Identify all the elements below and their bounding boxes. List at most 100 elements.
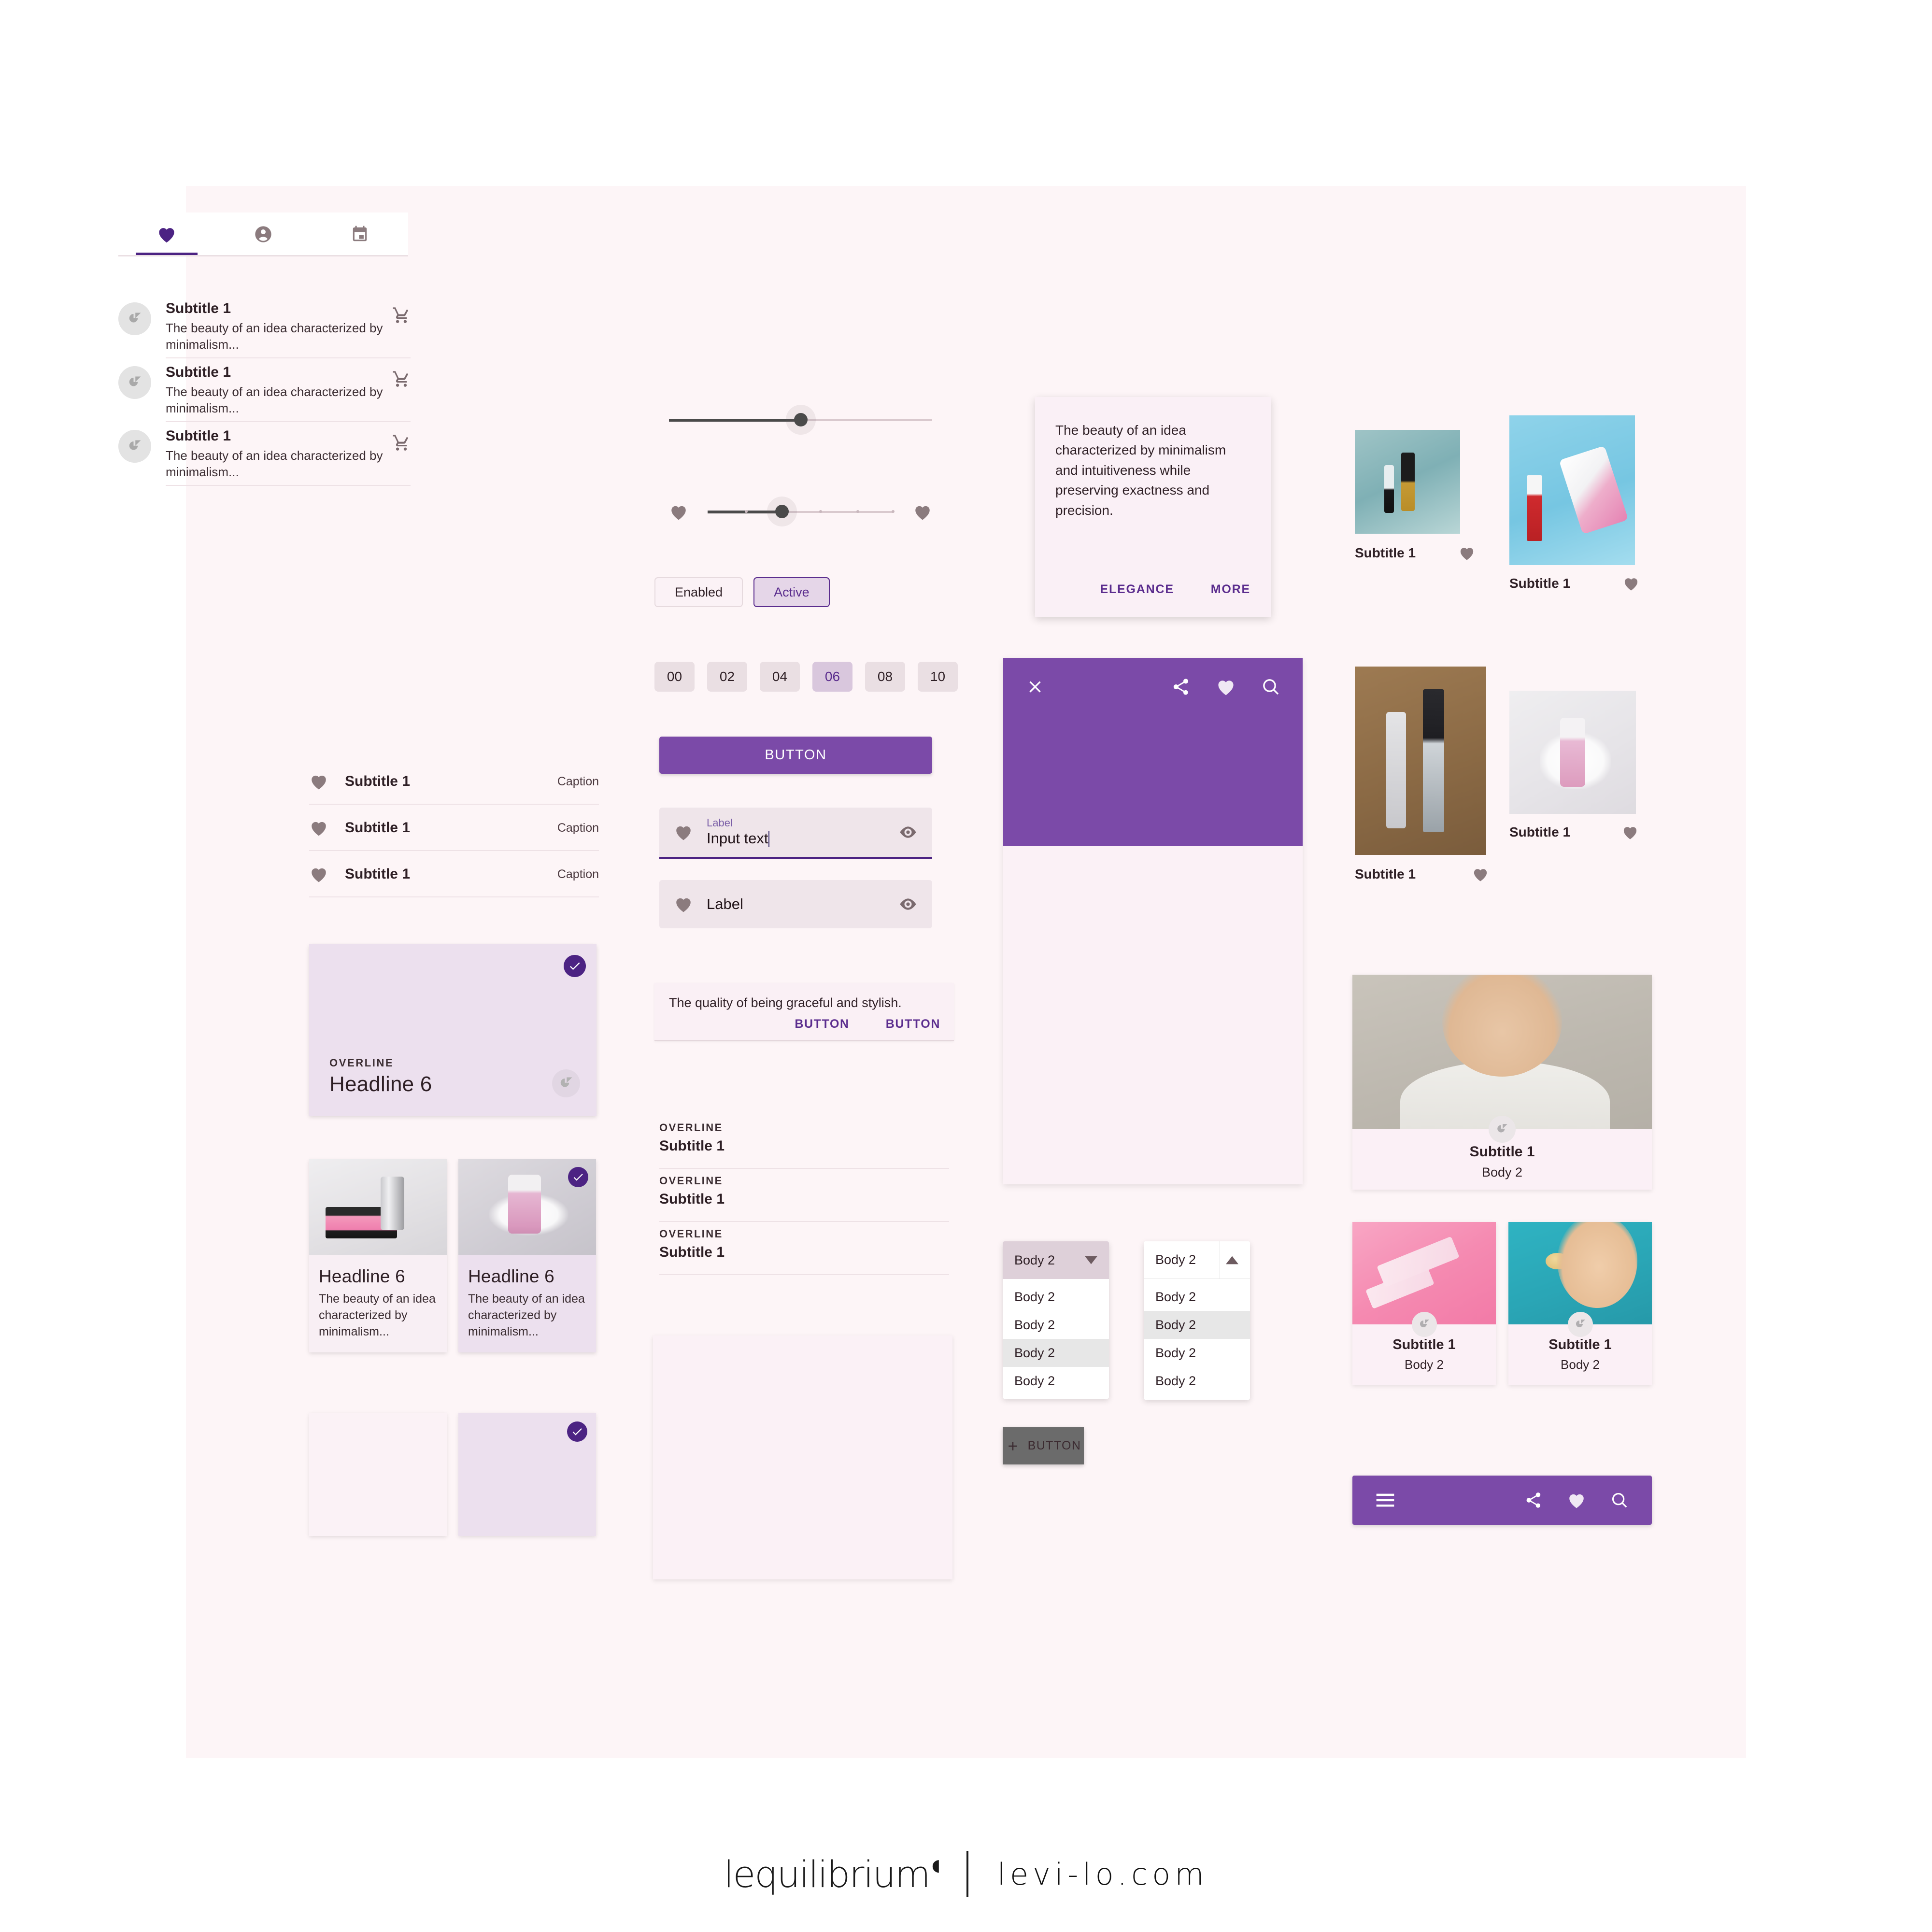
dropdown-option[interactable]: Body 2 <box>1144 1367 1250 1395</box>
heart-icon[interactable] <box>1622 576 1640 591</box>
model-shoulder-portrait-photo <box>1352 975 1652 1129</box>
list-item[interactable]: Subtitle 1 Caption <box>309 805 599 851</box>
dropdown-option[interactable]: Body 2 <box>1003 1367 1109 1395</box>
eye-icon[interactable] <box>898 897 918 911</box>
extended-fab-button[interactable]: BUTTON <box>1003 1427 1084 1464</box>
close-icon[interactable] <box>1025 677 1045 696</box>
list-item[interactable]: Subtitle 1 Caption <box>309 758 599 805</box>
card-title: Subtitle 1 <box>1469 1144 1535 1160</box>
text-field-value[interactable]: Input text <box>707 830 769 848</box>
product-tile[interactable]: Subtitle 1 <box>1355 667 1489 882</box>
dropdown-outlined[interactable]: Body 2 Body 2 Body 2 Body 2 Body 2 <box>1144 1241 1250 1400</box>
dialog-button-elegance[interactable]: ELEGANCE <box>1100 582 1174 597</box>
image-card[interactable]: Headline 6 The beauty of an idea charact… <box>458 1159 596 1352</box>
product-card[interactable]: Subtitle 1 Body 2 <box>1352 1222 1496 1385</box>
tab-account[interactable] <box>215 213 312 256</box>
dropdown-option[interactable]: Body 2 <box>1003 1311 1109 1339</box>
number-chip[interactable]: 10 <box>918 662 958 692</box>
text-field-focused[interactable]: Label Input text <box>659 808 932 859</box>
selectable-card[interactable]: OVERLINE Headline 6 <box>309 944 597 1116</box>
dropdown-option[interactable]: Body 2 <box>1144 1283 1250 1311</box>
chevron-up-icon[interactable] <box>1226 1256 1238 1264</box>
list-item[interactable]: Subtitle 1 The beauty of an idea charact… <box>118 422 411 486</box>
search-icon[interactable] <box>1261 677 1280 696</box>
product-tile[interactable]: Subtitle 1 <box>1355 430 1474 561</box>
overline-list: OVERLINE Subtitle 1 OVERLINE Subtitle 1 … <box>659 1116 949 1275</box>
number-chip[interactable]: 04 <box>760 662 800 692</box>
share-icon[interactable] <box>1171 677 1191 696</box>
list-item[interactable]: Subtitle 1 The beauty of an idea charact… <box>118 295 411 359</box>
heart-icon[interactable] <box>1472 867 1489 882</box>
slider-tick <box>819 510 822 513</box>
list-item-title: Subtitle 1 <box>659 1244 725 1260</box>
check-circle-icon[interactable] <box>564 955 586 977</box>
number-chip[interactable]: 00 <box>654 662 695 692</box>
slider-fill <box>669 419 801 422</box>
blank-card-selected[interactable] <box>458 1413 596 1536</box>
brand-logo-text: lequilibrium <box>724 1852 930 1896</box>
snackbar-button-2[interactable]: BUTTON <box>886 1017 940 1031</box>
dropdown-filled[interactable]: Body 2 Body 2 Body 2 Body 2 Body 2 <box>1003 1241 1109 1399</box>
slider-tick <box>745 510 748 513</box>
dropdown-option-highlighted[interactable]: Body 2 <box>1144 1311 1250 1339</box>
gold-serum-bottles-photo <box>1355 667 1486 855</box>
continuous-slider[interactable] <box>669 405 932 435</box>
dialog-button-more[interactable]: MORE <box>1211 582 1250 597</box>
heart-icon[interactable] <box>669 503 688 521</box>
snackbar-button-1[interactable]: BUTTON <box>795 1017 849 1031</box>
dropdown-option[interactable]: Body 2 <box>1144 1339 1250 1367</box>
list-item[interactable]: Subtitle 1 Caption <box>309 851 599 897</box>
shopping-cart-icon[interactable] <box>392 306 411 325</box>
product-tile[interactable]: Subtitle 1 <box>1509 415 1638 591</box>
blank-card[interactable] <box>309 1413 447 1536</box>
dropdown-selected-value[interactable]: Body 2 <box>1003 1241 1109 1279</box>
list-item-title: Subtitle 1 <box>166 428 231 444</box>
chip-enabled[interactable]: Enabled <box>654 577 743 607</box>
shopping-cart-icon[interactable] <box>392 434 411 452</box>
list-item[interactable]: Subtitle 1 The beauty of an idea charact… <box>118 358 411 423</box>
share-icon[interactable] <box>1524 1491 1543 1509</box>
heart-icon[interactable] <box>1621 824 1639 840</box>
heart-icon[interactable] <box>1458 545 1476 561</box>
heart-icon[interactable] <box>1216 678 1236 696</box>
slider-thumb[interactable] <box>794 413 808 426</box>
list-item[interactable]: OVERLINE Subtitle 1 <box>659 1116 949 1169</box>
hamburger-menu-icon[interactable] <box>1376 1492 1395 1508</box>
dropdown-option[interactable]: Body 2 <box>1003 1283 1109 1311</box>
list-item-title: Subtitle 1 <box>345 773 411 789</box>
dialog-text: The beauty of an idea characterized by m… <box>1055 423 1226 518</box>
product-tile[interactable]: Subtitle 1 <box>1509 691 1639 840</box>
number-chip[interactable]: 02 <box>707 662 747 692</box>
shopping-cart-icon[interactable] <box>392 370 411 388</box>
list-item[interactable]: OVERLINE Subtitle 1 <box>659 1169 949 1222</box>
discrete-slider[interactable] <box>708 497 895 526</box>
product-title: Subtitle 1 <box>1509 576 1571 591</box>
list-item-overline: OVERLINE <box>659 1122 723 1134</box>
text-field-body: Label <box>707 895 889 913</box>
check-circle-icon[interactable] <box>568 1167 588 1187</box>
check-circle-icon[interactable] <box>567 1421 587 1442</box>
heart-icon[interactable] <box>1567 1492 1586 1509</box>
feature-card[interactable]: Subtitle 1 Body 2 <box>1352 975 1652 1190</box>
heart-icon[interactable] <box>309 773 340 790</box>
heart-icon[interactable] <box>309 819 340 837</box>
image-card[interactable]: Headline 6 The beauty of an idea charact… <box>309 1159 447 1352</box>
primary-button[interactable]: BUTTON <box>659 737 932 774</box>
product-card[interactable]: Subtitle 1 Body 2 <box>1508 1222 1652 1385</box>
text-field-plain[interactable]: Label <box>659 880 932 928</box>
eye-icon[interactable] <box>898 825 918 839</box>
number-chip-selected[interactable]: 06 <box>812 662 852 692</box>
heart-icon[interactable] <box>309 866 340 883</box>
chevron-down-icon[interactable] <box>1085 1256 1097 1264</box>
slider-thumb[interactable] <box>775 505 789 518</box>
dropdown-selected-value[interactable]: Body 2 <box>1144 1241 1250 1279</box>
search-icon[interactable] <box>1610 1491 1629 1509</box>
number-chip[interactable]: 08 <box>865 662 905 692</box>
sheet-app-bar-actions <box>1171 677 1280 696</box>
heart-icon[interactable] <box>913 503 932 521</box>
tab-calendar[interactable] <box>312 213 408 256</box>
chip-active[interactable]: Active <box>753 577 830 607</box>
tab-favorites[interactable] <box>118 213 215 256</box>
list-item[interactable]: OVERLINE Subtitle 1 <box>659 1222 949 1275</box>
dropdown-option-highlighted[interactable]: Body 2 <box>1003 1339 1109 1367</box>
